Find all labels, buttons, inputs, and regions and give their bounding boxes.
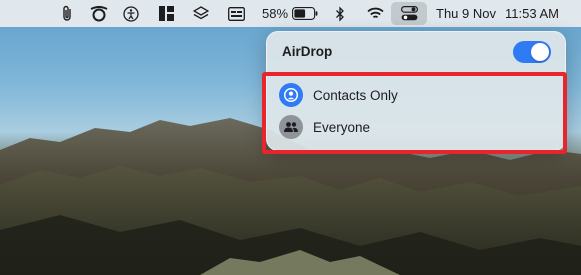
logitech-icon[interactable] [88,4,110,23]
battery-percent: 58% [262,6,289,21]
wifi-icon[interactable] [366,4,384,23]
menubar-date[interactable]: Thu 9 Nov [436,4,496,23]
bluetooth-icon[interactable] [334,4,346,23]
layout-icon[interactable] [158,4,174,23]
paperclip-icon[interactable] [60,4,74,23]
airdrop-toggle[interactable] [513,41,551,63]
airdrop-title: AirDrop [282,44,333,59]
accessibility-icon[interactable] [122,4,140,23]
battery-icon[interactable] [291,4,319,23]
display-icon[interactable] [227,4,245,23]
toggle-knob [531,43,549,61]
menu-bar: 58% Thu 9 Nov 11:53 AM [0,0,581,27]
layers-icon[interactable] [192,4,210,23]
annotation-highlight-box [262,72,567,154]
menubar-time[interactable]: 11:53 AM [505,4,559,23]
control-center-icon[interactable] [400,4,418,23]
